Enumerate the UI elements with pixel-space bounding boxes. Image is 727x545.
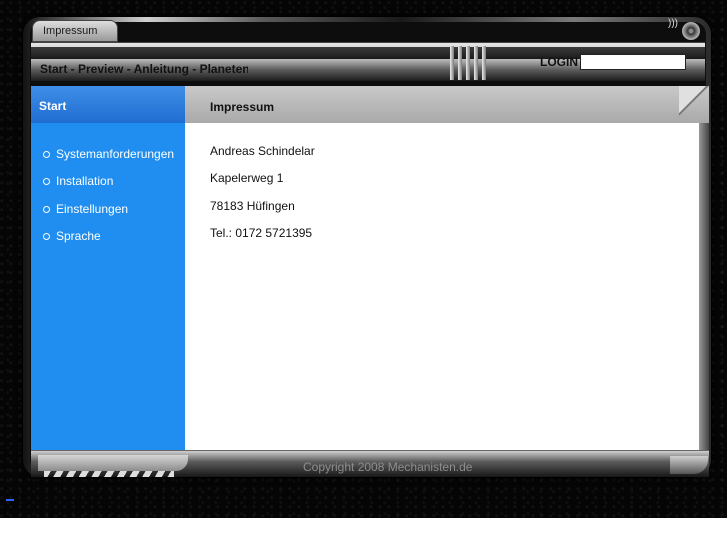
sidebar-item-label: Einstellungen: [56, 202, 129, 216]
footer-stripes: [44, 471, 174, 477]
radio-circle-icon: [43, 205, 50, 213]
corner-link[interactable]: [6, 499, 14, 501]
radio-circle-icon: [43, 232, 50, 240]
signal-icon: ))): [668, 18, 678, 29]
content-header: Impressum: [185, 86, 709, 123]
radio-circle-icon: [43, 177, 50, 185]
sidebar-item-einstellungen[interactable]: Einstellungen: [43, 202, 128, 216]
window-control-knob[interactable]: [682, 22, 700, 40]
window-tab[interactable]: Impressum: [32, 20, 118, 42]
window-tab-title: Impressum: [43, 25, 98, 37]
login-label: LOGIN: [540, 55, 578, 69]
page-title: Impressum: [210, 100, 275, 114]
radio-circle-icon: [43, 150, 50, 158]
top-navigation[interactable]: Start - Preview - Anleitung - Planetenr: [40, 62, 248, 76]
login-input[interactable]: [580, 54, 686, 70]
decorative-vents: [450, 46, 490, 80]
impressum-name: Andreas Schindelar: [210, 144, 315, 158]
header-corner-decoration: [679, 86, 709, 123]
impressum-phone: Tel.: 0172 5721395: [210, 226, 313, 240]
sidebar-title: Start: [39, 99, 67, 113]
sidebar-item-label: Sprache: [56, 229, 101, 243]
sidebar-item-sprache[interactable]: Sprache: [43, 229, 101, 243]
sidebar-item-systemanforderungen[interactable]: Systemanforderungen: [43, 147, 174, 161]
impressum-street: Kapelerweg 1: [210, 171, 284, 185]
sidebar-item-label: Systemanforderungen: [56, 147, 175, 161]
content-panel: Andreas Schindelar Kapelerweg 1 78183 Hü…: [185, 123, 699, 450]
sidebar-item-installation[interactable]: Installation: [43, 174, 113, 188]
sidebar-header[interactable]: Start: [31, 86, 185, 123]
sidebar: Systemanforderungen Installation Einstel…: [31, 123, 185, 450]
footer-left-plate: [38, 455, 188, 471]
impressum-city: 78183 Hüfingen: [210, 199, 295, 213]
right-rail: [699, 123, 709, 450]
copyright-text: Copyright 2008 Mechanisten.de: [303, 460, 473, 474]
sidebar-item-label: Installation: [56, 174, 114, 188]
